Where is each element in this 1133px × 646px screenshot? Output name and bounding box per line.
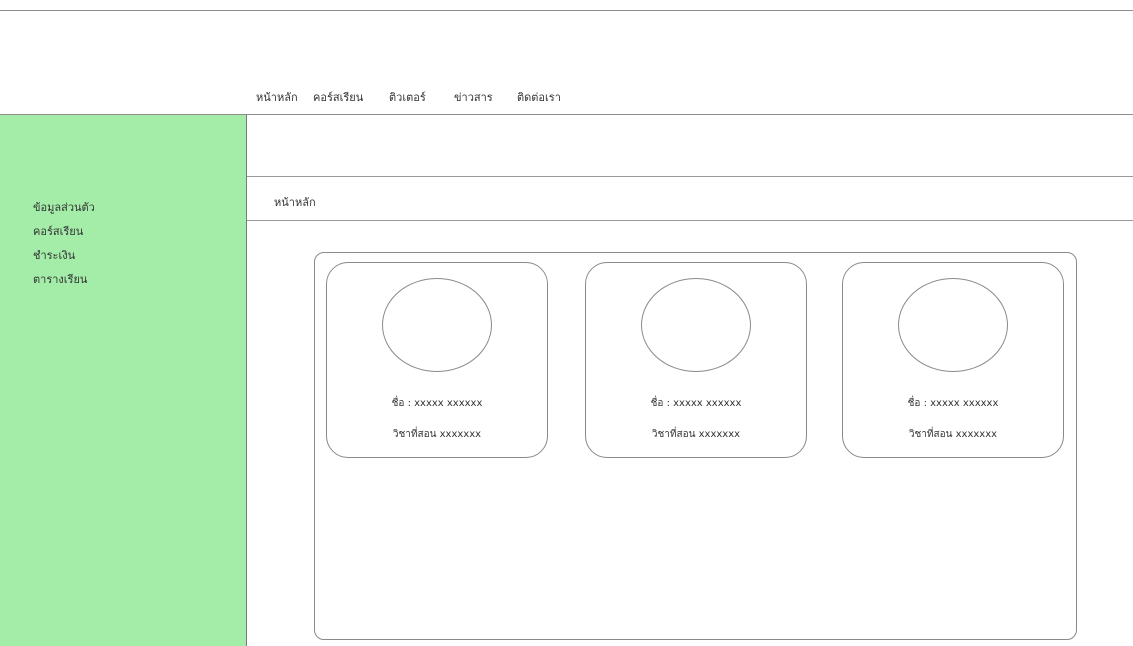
tutor-name: ชื่อ : xxxxx xxxxxx [907, 398, 999, 409]
tutor-card[interactable]: ชื่อ : xxxxx xxxxxx วิชาที่สอน xxxxxxx [842, 262, 1064, 458]
sidebar-item-payment[interactable]: ชำระเงิน [33, 246, 75, 264]
nav-item-tutors[interactable]: ติวเตอร์ [389, 88, 426, 106]
avatar [382, 278, 492, 372]
tutor-card[interactable]: ชื่อ : xxxxx xxxxxx วิชาที่สอน xxxxxxx [326, 262, 548, 458]
tutor-subject: วิชาที่สอน xxxxxxx [908, 429, 998, 440]
sidebar-item-schedule[interactable]: ตารางเรียน [33, 270, 87, 288]
tutor-card[interactable]: ชื่อ : xxxxx xxxxxx วิชาที่สอน xxxxxxx [585, 262, 807, 458]
sidebar: ข้อมูลส่วนตัว คอร์สเรียน ชำระเงิน ตารางเ… [0, 115, 247, 646]
breadcrumb[interactable]: หน้าหลัก [274, 193, 316, 211]
nav-item-contact[interactable]: ติดต่อเรา [517, 88, 561, 106]
subheader-bottom-divider [247, 220, 1133, 221]
sidebar-item-courses[interactable]: คอร์สเรียน [33, 222, 83, 240]
top-border [0, 10, 1133, 11]
avatar [898, 278, 1008, 372]
avatar [641, 278, 751, 372]
tutor-subject: วิชาที่สอน xxxxxxx [392, 429, 482, 440]
page: หน้าหลัก คอร์สเรียน ติวเตอร์ ข่าวสาร ติด… [0, 0, 1133, 646]
nav-item-home[interactable]: หน้าหลัก [256, 88, 298, 106]
subheader-top-divider [247, 176, 1133, 177]
nav-item-courses[interactable]: คอร์สเรียน [313, 88, 363, 106]
tutor-subject: วิชาที่สอน xxxxxxx [651, 429, 741, 440]
tutor-name: ชื่อ : xxxxx xxxxxx [391, 398, 483, 409]
sidebar-item-profile[interactable]: ข้อมูลส่วนตัว [33, 198, 95, 216]
tutor-name: ชื่อ : xxxxx xxxxxx [650, 398, 742, 409]
nav-item-news[interactable]: ข่าวสาร [454, 88, 493, 106]
